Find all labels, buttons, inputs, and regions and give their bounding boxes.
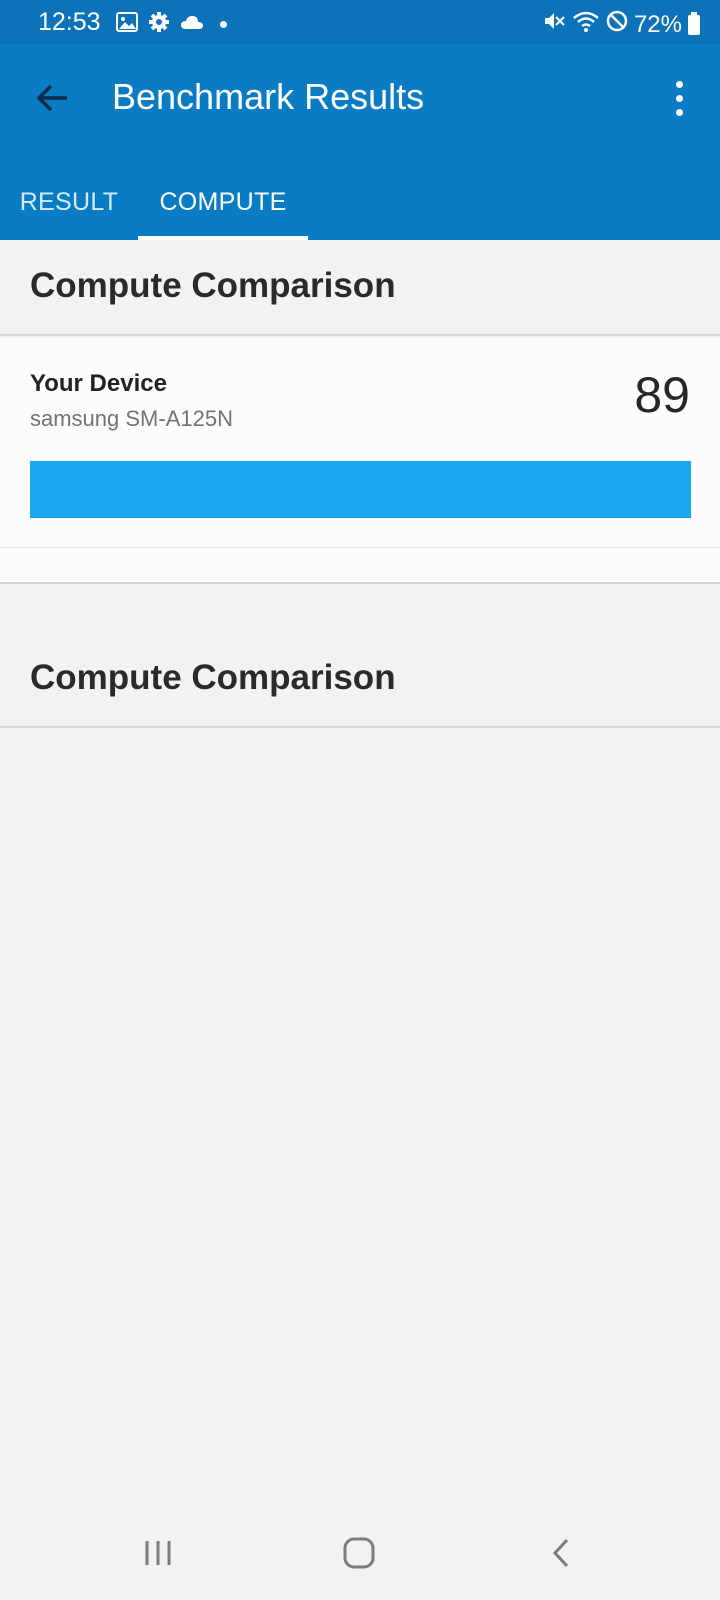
wifi-icon: [572, 9, 600, 40]
tab-bar: RESULT COMPUTE: [0, 164, 720, 240]
navigation-bar: [0, 1510, 720, 1600]
recents-icon[interactable]: [128, 1528, 188, 1578]
device-score: 89: [634, 367, 690, 423]
status-bar: 12:53 72%: [0, 0, 720, 44]
image-icon: [116, 12, 138, 37]
score-bar-fill: [30, 461, 691, 518]
tab-result[interactable]: RESULT: [0, 164, 138, 240]
more-vert-icon[interactable]: [664, 76, 694, 120]
back-icon[interactable]: [531, 1528, 591, 1578]
status-time: 12:53: [38, 8, 101, 36]
back-button[interactable]: [28, 74, 76, 122]
battery-percent: 72%: [633, 10, 682, 38]
section-header-2: Compute Comparison: [0, 632, 720, 728]
page-title: Benchmark Results: [112, 76, 425, 117]
section-title-2: Compute Comparison: [30, 658, 396, 697]
arrow-left-icon: [36, 84, 67, 112]
status-right-icons: 72%: [542, 9, 700, 40]
cloud-icon: [180, 14, 204, 35]
score-bar: [30, 461, 691, 518]
dot-icon: [220, 21, 227, 28]
mute-icon: [542, 9, 566, 40]
settings-gear-icon: [148, 11, 170, 38]
battery-icon: [688, 11, 700, 35]
section-title: Compute Comparison: [30, 266, 396, 305]
app-bar: Benchmark Results RESULT COMPUTE: [0, 44, 720, 240]
block-icon: [606, 10, 628, 39]
device-label: Your Device: [30, 370, 167, 397]
card-footer: [0, 548, 720, 584]
tab-compute[interactable]: COMPUTE: [138, 164, 308, 240]
home-icon[interactable]: [329, 1528, 389, 1578]
device-model: samsung SM-A125N: [30, 406, 233, 431]
device-result-row: Your Device samsung SM-A125N 89: [0, 338, 720, 548]
status-left-icons: [116, 11, 227, 38]
section-header: Compute Comparison: [0, 240, 720, 336]
